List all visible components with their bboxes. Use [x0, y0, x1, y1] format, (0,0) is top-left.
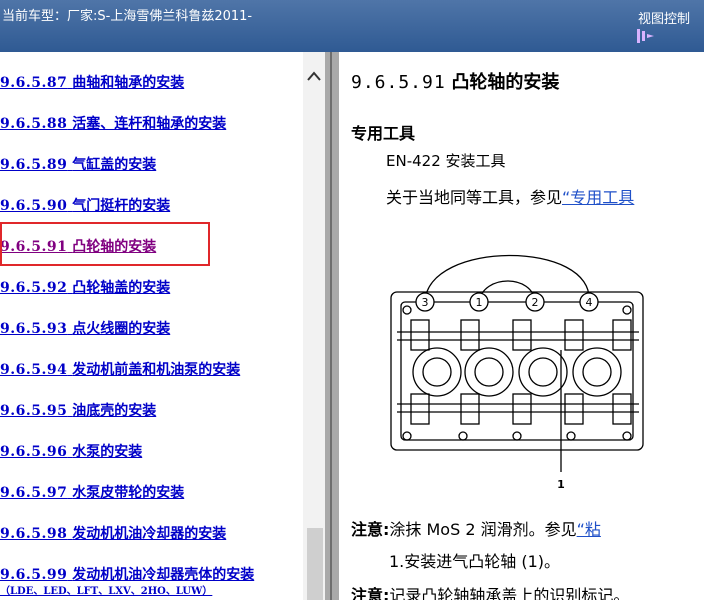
toc-item-number: 9.6.5.94: [0, 362, 68, 378]
toc-item[interactable]: 9.6.5.96 水泵的安装: [0, 441, 142, 461]
toc-item-number: 9.6.5.97: [0, 485, 68, 501]
note-identification: 注意:记录凸轮轴轴承盖上的识别标记。: [351, 582, 629, 600]
toc-item-label: 活塞、连杆和轴承的安装: [72, 116, 227, 132]
toc-item-label: 凸轮轴盖的安装: [72, 280, 171, 296]
current-model-title: 当前车型：厂家:S-上海雪佛兰科鲁兹2011-: [2, 9, 253, 24]
toc-item-label: 发动机机油冷却器壳体的安装: [72, 567, 255, 583]
callout-3: 3: [422, 296, 429, 309]
scrollbar-thumb[interactable]: [307, 528, 323, 600]
page-title: 9.6.5.91 凸轮轴的安装: [351, 68, 559, 94]
toc-scrollbar[interactable]: [303, 52, 325, 600]
note-text: 涂抹 MoS 2 润滑剂。参见: [389, 520, 577, 539]
splitter-line: [330, 52, 332, 600]
reference-text: 关于当地同等工具，参见: [386, 188, 563, 207]
toc-item-number: 9.6.5.87: [0, 75, 68, 91]
toc-item-label: 水泵的安装: [72, 444, 143, 460]
toc-item-label: 油底壳的安装: [72, 403, 157, 419]
toc-item[interactable]: 9.6.5.94 发动机前盖和机油泵的安装: [0, 359, 240, 379]
toc-item-number: 9.6.5.95: [0, 403, 68, 419]
toc-item-label: 发动机前盖和机油泵的安装: [72, 362, 241, 378]
toc-item[interactable]: 9.6.5.88 活塞、连杆和轴承的安装: [0, 113, 226, 133]
toc-item[interactable]: 9.6.5.98 发动机机油冷却器的安装: [0, 523, 226, 543]
toc-item[interactable]: 9.6.5.95 油底壳的安装: [0, 400, 156, 420]
callout-2: 2: [532, 296, 539, 309]
top-bar: 当前车型：厂家:S-上海雪佛兰科鲁兹2011- 视图控制: [0, 0, 704, 52]
tool-line: EN-422 安装工具: [386, 152, 506, 170]
scroll-up-arrow-icon[interactable]: [305, 68, 323, 86]
toc-panel: 9.6.5.87 曲轴和轴承的安装 9.6.5.88 活塞、连杆和轴承的安装 9.6…: [0, 52, 330, 600]
note-lubricant: 注意:涂抹 MoS 2 润滑剂。参见“粘: [351, 516, 601, 540]
toc-item[interactable]: 9.6.5.87 曲轴和轴承的安装: [0, 72, 184, 92]
adhesive-link[interactable]: “粘: [577, 520, 601, 539]
toc-item[interactable]: 9.6.5.97 水泵皮带轮的安装: [0, 482, 184, 502]
toc-item-label: 气缸盖的安装: [72, 157, 157, 173]
content-panel: 9.6.5.91 凸轮轴的安装 专用工具 EN-422 安装工具 关于当地同等工…: [339, 52, 704, 600]
note-label: 注意:: [351, 520, 390, 539]
toc-item[interactable]: 9.6.5.89 气缸盖的安装: [0, 154, 156, 174]
step-1: 1.安装进气凸轮轴 (1)。: [389, 552, 561, 571]
view-control-icon[interactable]: [636, 28, 662, 44]
toc-item-label: 气门挺杆的安装: [72, 198, 171, 214]
camshaft-diagram: 3 1 2 4 1: [390, 254, 644, 491]
special-tools-heading: 专用工具: [351, 124, 416, 143]
toc-item-subtitle: （LDE、LED、LFT、LXV、2HO、LUW）: [0, 586, 213, 597]
toc-item-label: 发动机机油冷却器的安装: [72, 526, 227, 542]
callout-4: 4: [586, 296, 593, 309]
toc-item-label: 曲轴和轴承的安装: [72, 75, 185, 91]
callout-bottom-1: 1: [557, 478, 565, 491]
toc-item-label: 点火线圈的安装: [72, 321, 171, 337]
section-title: 凸轮轴的安装: [451, 72, 560, 93]
toc-item-number: 9.6.5.88: [0, 116, 68, 132]
special-tools-link[interactable]: “专用工具: [562, 188, 634, 207]
toc-item[interactable]: 9.6.5.99 发动机机油冷却器壳体的安装 （LDE、LED、LFT、LXV、2…: [0, 564, 255, 597]
toc-item-number: 9.6.5.99: [0, 567, 68, 583]
note-label-2: 注意:: [351, 586, 390, 600]
toc-item[interactable]: 9.6.5.90 气门挺杆的安装: [0, 195, 170, 215]
section-number: 9.6.5.91: [351, 72, 446, 93]
note-text-2: 记录凸轮轴轴承盖上的识别标记。: [389, 586, 630, 600]
toc-item-number: 9.6.5.96: [0, 444, 68, 460]
reference-line: 关于当地同等工具，参见“专用工具: [386, 184, 634, 208]
view-control-button[interactable]: 视图控制: [638, 8, 690, 27]
selected-item-highlight: [0, 222, 210, 266]
toc-item-number: 9.6.5.98: [0, 526, 68, 542]
toc-item-number: 9.6.5.93: [0, 321, 68, 337]
toc-item[interactable]: 9.6.5.92 凸轮轴盖的安装: [0, 277, 170, 297]
toc-item-number: 9.6.5.89: [0, 157, 68, 173]
toc-item[interactable]: 9.6.5.93 点火线圈的安装: [0, 318, 170, 338]
panel-splitter[interactable]: [325, 52, 339, 600]
callout-1: 1: [476, 296, 483, 309]
toc-item-number: 9.6.5.90: [0, 198, 68, 214]
toc-item-label: 水泵皮带轮的安装: [72, 485, 185, 501]
toc-item-number: 9.6.5.92: [0, 280, 68, 296]
